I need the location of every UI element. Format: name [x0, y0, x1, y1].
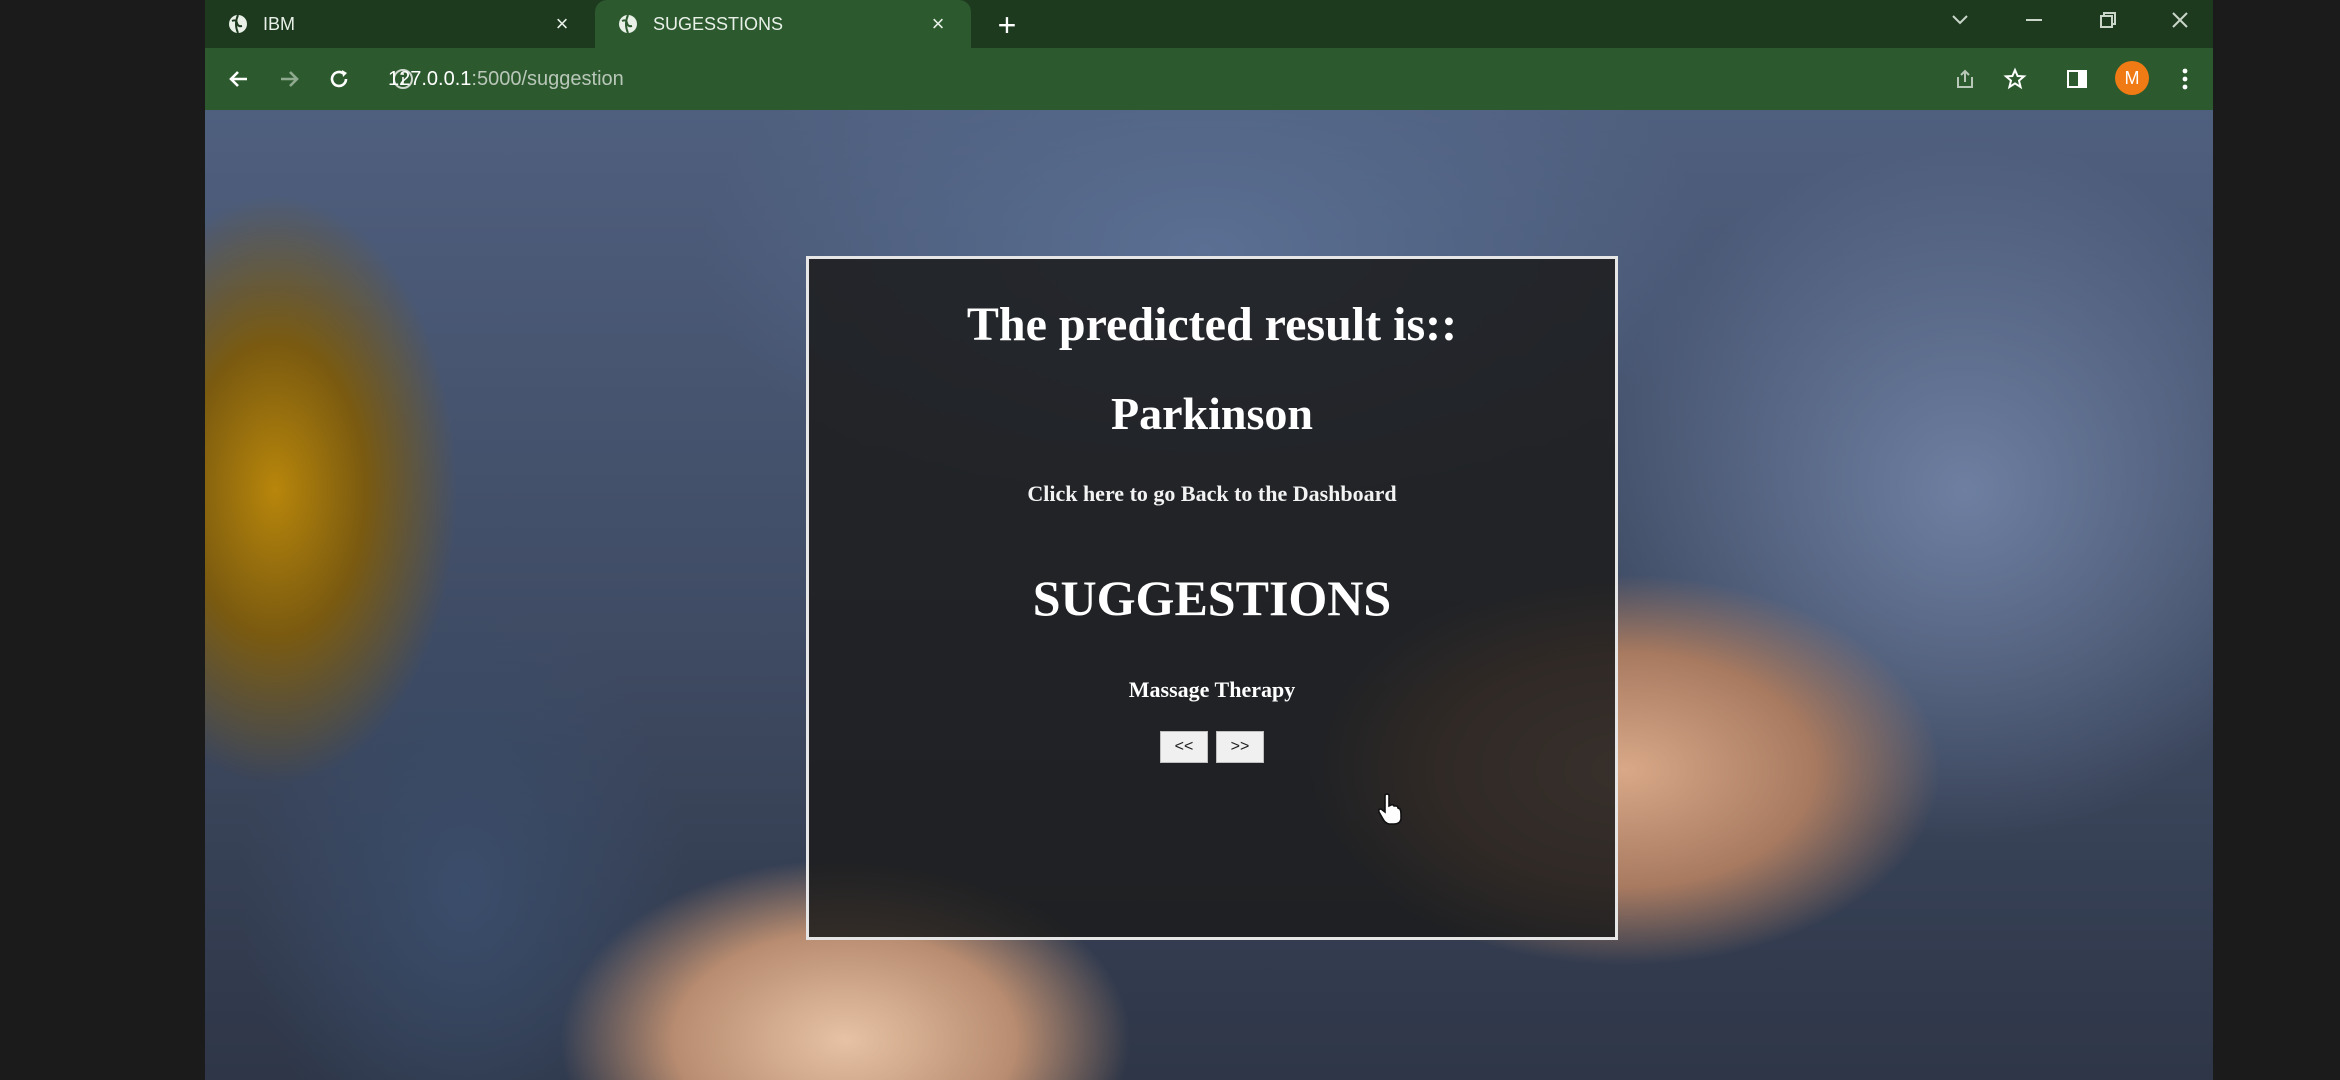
- next-suggestion-button[interactable]: >>: [1216, 731, 1264, 763]
- side-panel-icon[interactable]: [2057, 59, 2097, 99]
- suggestion-nav: << >>: [809, 731, 1615, 763]
- suggestion-item: Massage Therapy: [1128, 677, 1296, 702]
- profile-avatar[interactable]: M: [2115, 61, 2149, 95]
- forward-arrow-icon[interactable]: [269, 59, 309, 99]
- left-letterbox: [0, 0, 205, 1080]
- tab-suggestions[interactable]: SUGESSTIONS ×: [595, 0, 971, 48]
- tab-strip: IBM × SUGESSTIONS × +: [205, 0, 2213, 48]
- tab-title: IBM: [263, 13, 296, 34]
- bookmark-star-icon[interactable]: [1995, 59, 2035, 99]
- tab-ibm[interactable]: IBM ×: [205, 0, 595, 48]
- previous-suggestion-button[interactable]: <<: [1160, 731, 1208, 763]
- new-tab-button[interactable]: +: [990, 7, 1024, 43]
- url-path: :5000/suggestion: [471, 67, 624, 90]
- globe-icon: [617, 13, 639, 35]
- tab-title: SUGESSTIONS: [653, 13, 784, 34]
- right-letterbox: [2213, 0, 2340, 1080]
- tab-search-icon[interactable]: [1927, 0, 1993, 40]
- page-background: The predicted result is:: Parkinson Clic…: [205, 110, 2213, 1080]
- prediction-result: Parkinson: [1111, 388, 1313, 439]
- address-bar[interactable]: 127.0.0.1:5000/suggestion: [388, 61, 624, 97]
- close-window-icon[interactable]: [2147, 0, 2213, 40]
- globe-icon: [227, 13, 249, 35]
- url-host: 127.0.0.1: [388, 67, 472, 90]
- back-arrow-icon[interactable]: [219, 59, 259, 99]
- result-panel: The predicted result is:: Parkinson Clic…: [806, 256, 1618, 940]
- close-icon[interactable]: ×: [551, 11, 573, 36]
- minimize-icon[interactable]: [2001, 0, 2067, 40]
- suggestions-heading: SUGGESTIONS: [1032, 570, 1392, 626]
- restore-icon[interactable]: [2075, 0, 2141, 40]
- share-icon[interactable]: [1945, 59, 1985, 99]
- reload-icon[interactable]: [319, 59, 359, 99]
- browser-window: IBM × SUGESSTIONS × + M 127.0.0.1:5000/…: [205, 0, 2213, 1080]
- close-icon[interactable]: ×: [927, 11, 949, 36]
- hand-cursor-icon: [1377, 792, 1403, 831]
- more-menu-icon[interactable]: [2165, 59, 2205, 99]
- prediction-heading: The predicted result is::: [966, 298, 1458, 351]
- back-to-dashboard-link[interactable]: Click here to go Back to the Dashboard: [809, 481, 1615, 507]
